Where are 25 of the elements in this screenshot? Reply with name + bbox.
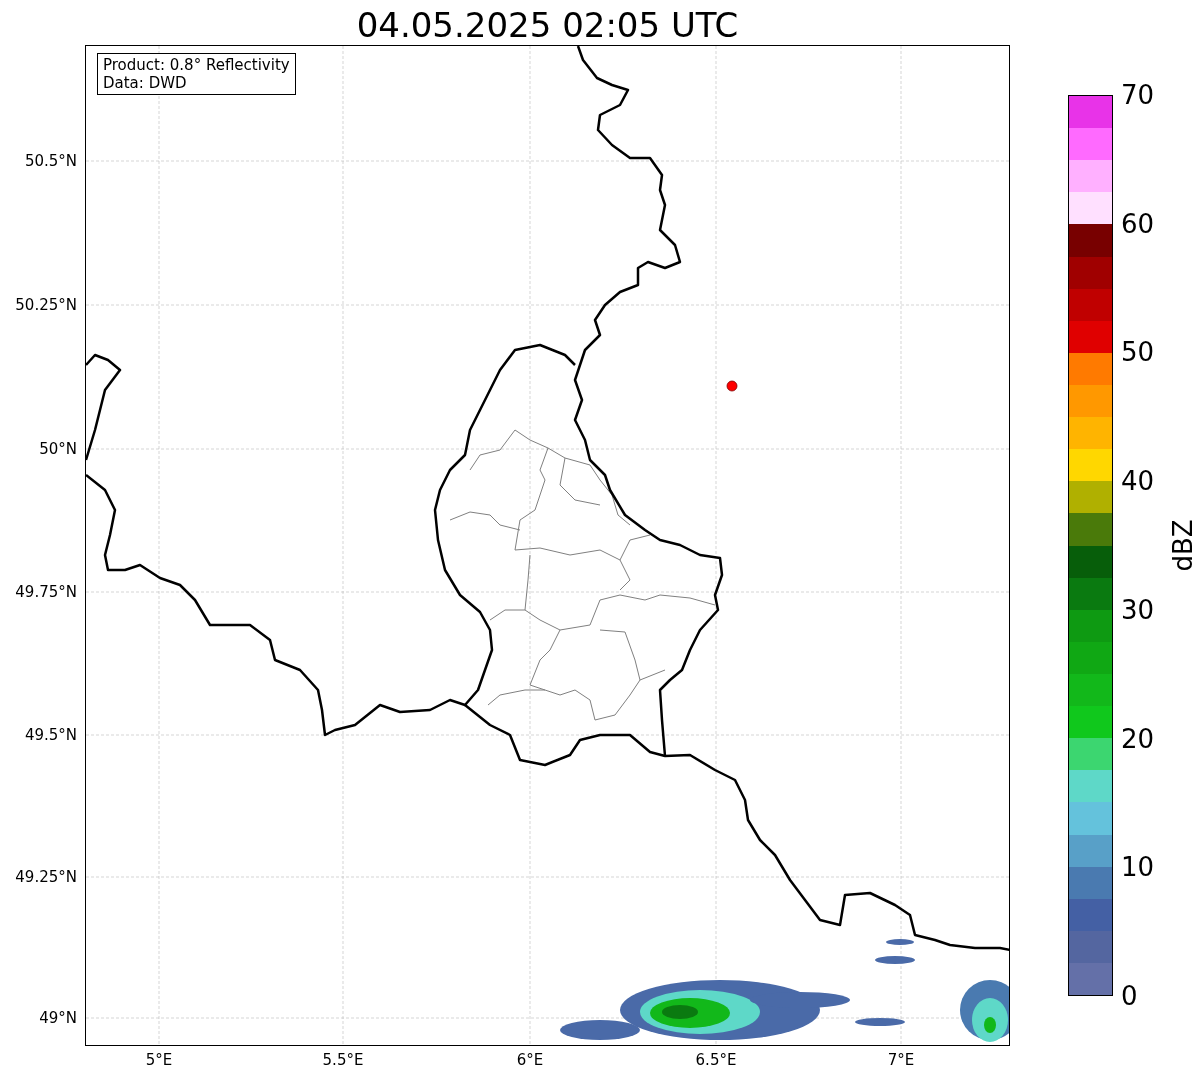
colorbar-tick-label: 0: [1121, 981, 1138, 1011]
latitude-label: 50.25°N: [15, 296, 77, 314]
colorbar-label: dBZ: [1166, 519, 1199, 572]
colorbar-tick-label: 50: [1121, 337, 1155, 368]
colorbar-tick-label: 40: [1121, 466, 1155, 497]
colorbar-tick-label: 20: [1121, 723, 1155, 754]
info-text: Data: DWD: [103, 74, 188, 92]
latitude-label: 50°N: [39, 440, 77, 458]
colorbar-tick-label: 30: [1121, 594, 1155, 625]
longitude-label: 6°E: [516, 1051, 544, 1069]
longitude-label: 6.5°E: [695, 1051, 737, 1069]
longitude-label: 5°E: [145, 1051, 173, 1069]
colorbar-tick-label: 70: [1121, 80, 1155, 110]
longitude-label: 7°E: [887, 1051, 915, 1069]
chart-title: 04.05.2025 02:05 UTC: [356, 5, 739, 45]
colorbar-tick-label: 60: [1121, 208, 1155, 239]
colorbar-tick-label: 10: [1121, 852, 1155, 883]
info-text: Product: 0.8° Reflectivity: [103, 56, 290, 74]
latitude-label: 50.5°N: [24, 152, 77, 170]
latitude-label: 49.25°N: [15, 868, 77, 886]
radar-site-marker: [726, 380, 738, 392]
latitude-label: 49.75°N: [15, 583, 77, 601]
latitude-label: 49.5°N: [24, 726, 77, 744]
latitude-label: 49°N: [39, 1009, 77, 1027]
longitude-label: 5.5°E: [322, 1051, 364, 1069]
